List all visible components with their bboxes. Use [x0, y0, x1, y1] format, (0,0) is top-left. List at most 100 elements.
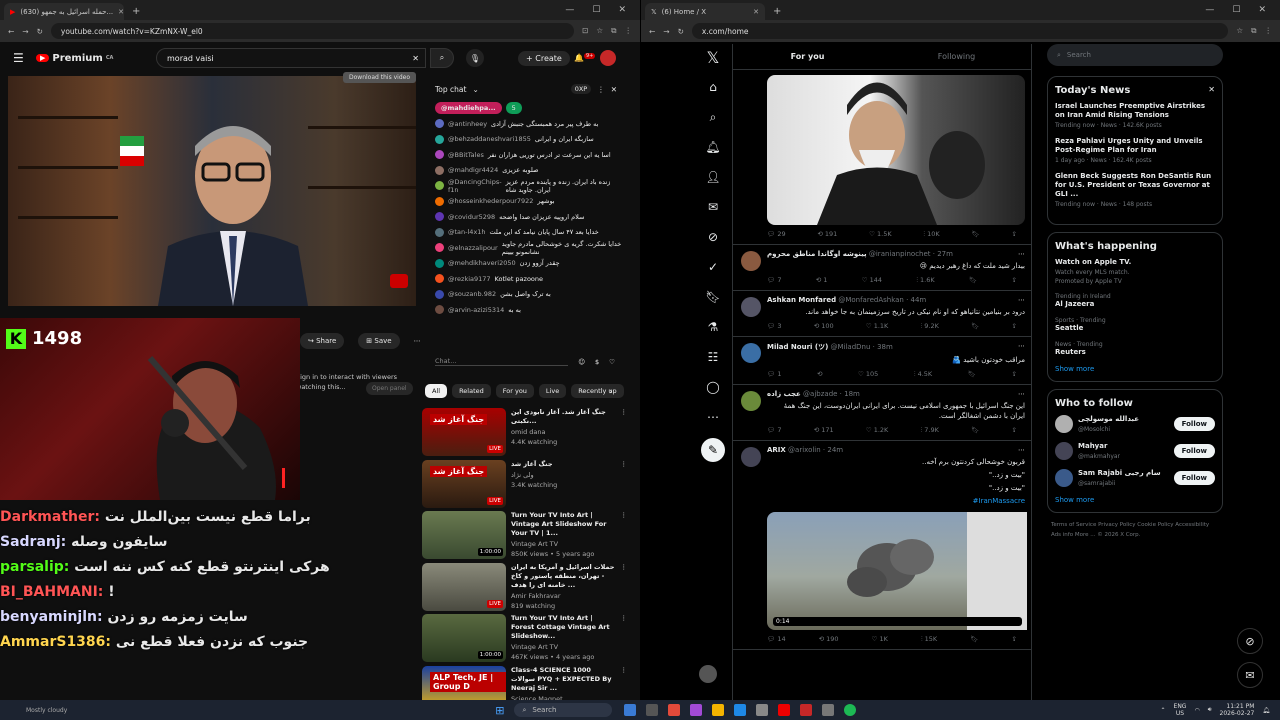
video-title[interactable]: جنگ آغاز شد. آغاز نابودی این نکبتی... — [511, 408, 616, 426]
browser-tab[interactable]: ▶ (630) حمله اسرائیل به جمهو... ✕ — [4, 3, 124, 20]
filter-chip[interactable]: All — [425, 384, 448, 398]
app-icon[interactable] — [822, 704, 835, 716]
hashtag[interactable]: #IranMassacre — [767, 496, 1025, 506]
views-icon[interactable]: ⫶ 9.2K — [921, 322, 939, 331]
video-channel[interactable]: Vintage Art TV — [511, 540, 616, 548]
views-icon[interactable]: ⫶ 7.9K — [921, 426, 939, 435]
like-icon[interactable]: ♡ 105 — [858, 370, 878, 379]
news-item[interactable]: Israel Launches Preemptive Airstrikes on… — [1055, 102, 1215, 129]
back-icon[interactable]: ← — [8, 27, 14, 36]
video-title[interactable]: Turn Your TV Into Art | Forest Cottage V… — [511, 614, 616, 641]
more-icon[interactable]: ⋯ — [414, 337, 421, 345]
share-icon[interactable]: ⇪ — [1012, 426, 1017, 435]
post-handle[interactable]: @iranianpinochet · 27m — [867, 250, 953, 258]
chat-input[interactable]: Chat... — [435, 357, 569, 366]
jobs-icon[interactable]: ⚗ — [704, 318, 722, 336]
browser-tab[interactable]: 𝕏 (6) Home / X ✕ — [645, 3, 765, 20]
post[interactable]: 💬︎ 29 ⟲ 191 ♡ 1.5K ⫶ 10K 🔖︎ ⇪ — [733, 70, 1031, 245]
chevron-right-icon[interactable]: › — [609, 387, 613, 397]
user-avatar[interactable] — [1055, 469, 1073, 487]
post-author[interactable]: Ashkan Monfared — [767, 296, 836, 304]
video-player[interactable]: Download this video — [8, 72, 416, 306]
clock[interactable]: 11:21 PM 2026-02-27 — [1220, 703, 1255, 717]
show-more-link[interactable]: Show more — [1055, 496, 1215, 504]
chat-user[interactable]: @mahdigr4424 — [448, 166, 498, 174]
recommended-video[interactable]: 1:00:00 Turn Your TV Into Art | Vintage A… — [422, 511, 627, 559]
filter-chip[interactable]: Related — [452, 384, 491, 398]
chat-user[interactable]: @BBitTales — [448, 151, 484, 159]
post-author[interactable]: عجب زاده — [767, 390, 801, 398]
post-handle[interactable]: @ajbzade · 18m — [801, 390, 860, 398]
user-handle[interactable]: @Mosolchi — [1078, 426, 1139, 433]
post-handle[interactable]: @MonfaredAshkan · 44m — [836, 296, 926, 304]
follow-button[interactable]: Follow — [1173, 471, 1215, 485]
menu-icon[interactable]: ⋮ — [625, 26, 633, 36]
extension-icon[interactable]: ⧉ — [611, 26, 616, 36]
post-video[interactable]: 0:14 — [767, 512, 1027, 630]
grok-icon[interactable]: ⊘ — [704, 228, 722, 246]
notifications-icon[interactable]: 🔔︎ — [1262, 707, 1270, 714]
more-icon[interactable]: ⋮ — [621, 408, 628, 456]
chat-user[interactable]: @hosseinkhederpour7922 — [448, 197, 533, 205]
video-title[interactable]: جنگ آغاز شد — [511, 460, 616, 469]
more-icon[interactable]: ⋯ — [1018, 250, 1025, 258]
post-author[interactable]: پینوشه اوگاندا مناطق محروم — [767, 250, 867, 258]
share-icon[interactable]: ⇪ — [1012, 370, 1017, 379]
communities-icon[interactable]: ✓ — [704, 258, 722, 276]
edge-icon[interactable] — [734, 704, 747, 716]
search-input[interactable]: morad vaisi ✕ — [156, 48, 426, 68]
bookmark-icon[interactable]: 🔖︎ — [971, 322, 979, 331]
reply-icon[interactable]: 💬︎ 7 — [767, 276, 781, 285]
repost-icon[interactable]: ⟲ 191 — [817, 230, 837, 239]
trend-item[interactable]: Sports · Trending Seattle — [1055, 317, 1215, 333]
video-title[interactable]: Turn Your TV Into Art | Vintage Art Slid… — [511, 511, 616, 538]
user-name[interactable]: Sam Rajabi سام رجبی — [1078, 469, 1161, 478]
repost-icon[interactable]: ⟲ 171 — [814, 426, 834, 435]
star-icon[interactable]: ☆ — [1236, 26, 1243, 36]
lists-icon[interactable]: ☷ — [704, 348, 722, 366]
chat-user[interactable]: @antinheey — [448, 120, 487, 128]
menu-icon[interactable]: ⋮ — [1265, 26, 1273, 36]
app-icon[interactable] — [756, 704, 769, 716]
youtube-icon[interactable] — [778, 704, 791, 716]
post-avatar[interactable] — [741, 297, 761, 317]
repost-icon[interactable]: ⟲ 100 — [814, 322, 834, 331]
reply-icon[interactable]: 💬︎ 14 — [767, 635, 786, 644]
post-button[interactable]: ✎ — [701, 438, 725, 462]
tab-for-you[interactable]: For you — [733, 44, 882, 69]
url-field[interactable]: x.com/home — [691, 23, 1229, 39]
video-thumbnail[interactable]: ALP Tech, JE | Group D — [422, 665, 506, 700]
app-icon[interactable] — [624, 704, 637, 716]
app-icon[interactable] — [690, 704, 703, 716]
bookmarks-icon[interactable]: 🔖︎ — [704, 288, 722, 306]
like-icon[interactable]: ♡ 144 — [862, 276, 882, 285]
chat-user[interactable]: @rezkia9177 — [448, 275, 491, 283]
chevron-up-icon[interactable]: ⌃ — [1161, 707, 1166, 714]
new-tab-button[interactable]: + — [765, 6, 789, 20]
recommended-video[interactable]: جنگ آغاز شد LIVE جنگ آغاز شد. آغاز نابودی … — [422, 408, 627, 456]
share-button[interactable]: ↪ Share — [300, 333, 345, 349]
explore-icon[interactable]: ⌕ — [704, 108, 722, 126]
close-window-icon[interactable]: ✕ — [618, 5, 626, 15]
search-button[interactable]: ⌕ — [430, 48, 454, 68]
reply-icon[interactable]: 💬︎ 7 — [767, 426, 781, 435]
video-channel[interactable]: omid dana — [511, 428, 616, 436]
video-thumbnail[interactable]: جنگ آغاز شد LIVE — [422, 408, 506, 456]
share-icon[interactable]: ⇪ — [1012, 230, 1017, 239]
more-icon[interactable]: ⋯ — [704, 408, 722, 426]
post-avatar[interactable] — [741, 391, 761, 411]
home-icon[interactable]: ⌂ — [704, 78, 722, 96]
post-author[interactable]: Milad Nouri (ツ) — [767, 343, 828, 351]
user-name[interactable]: Mahyar — [1078, 442, 1120, 451]
messages-float-icon[interactable]: ✉ — [1237, 662, 1263, 688]
extension-icon[interactable]: ⧉ — [1251, 26, 1256, 36]
spotify-icon[interactable] — [844, 704, 857, 716]
reload-icon[interactable]: ↻ — [678, 27, 684, 36]
avatar[interactable] — [600, 50, 616, 66]
more-icon[interactable]: ⋮ — [621, 614, 628, 662]
news-item[interactable]: Glenn Beck Suggests Ron DeSantis Run for… — [1055, 172, 1215, 208]
video-thumbnail[interactable]: 1:00:00 — [422, 511, 506, 559]
post-image[interactable] — [767, 75, 1025, 225]
weather-widget[interactable]: Mostly cloudy — [26, 707, 67, 714]
forward-icon[interactable]: → — [22, 27, 28, 36]
